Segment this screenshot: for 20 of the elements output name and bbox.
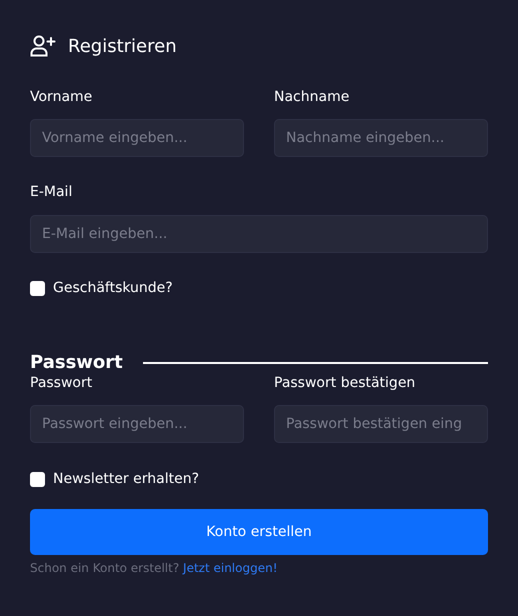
section-heading: Passwort [30,352,123,373]
checkbox-label: Geschäftskunde? [53,280,173,296]
form-title: Registrieren [68,36,177,56]
input-field[interactable]: Passwort bestätigen eing [274,405,488,443]
field-label: Passwort [30,374,94,393]
field-label: Vorname [30,88,94,107]
checkbox[interactable] [30,472,45,486]
login-link[interactable]: Jetzt einloggen! [183,561,278,575]
checkbox-label: Newsletter erhalten? [53,471,200,487]
submit-button[interactable]: Konto erstellen [30,509,488,555]
input-field[interactable]: E-Mail eingeben... [30,215,488,253]
field-label: Passwort bestätigen [274,374,416,393]
input-field[interactable]: Nachname eingeben... [274,119,488,157]
field-label: E-Mail [30,183,74,202]
checkbox[interactable] [30,280,45,296]
input-field[interactable]: Passwort eingeben... [30,405,244,443]
input-field[interactable]: Vorname eingeben... [30,119,244,157]
user-add-icon [30,35,56,57]
login-prompt: Schon ein Konto erstellt? Jetzt einloggen! [30,561,279,575]
field-label: Nachname [274,88,350,107]
